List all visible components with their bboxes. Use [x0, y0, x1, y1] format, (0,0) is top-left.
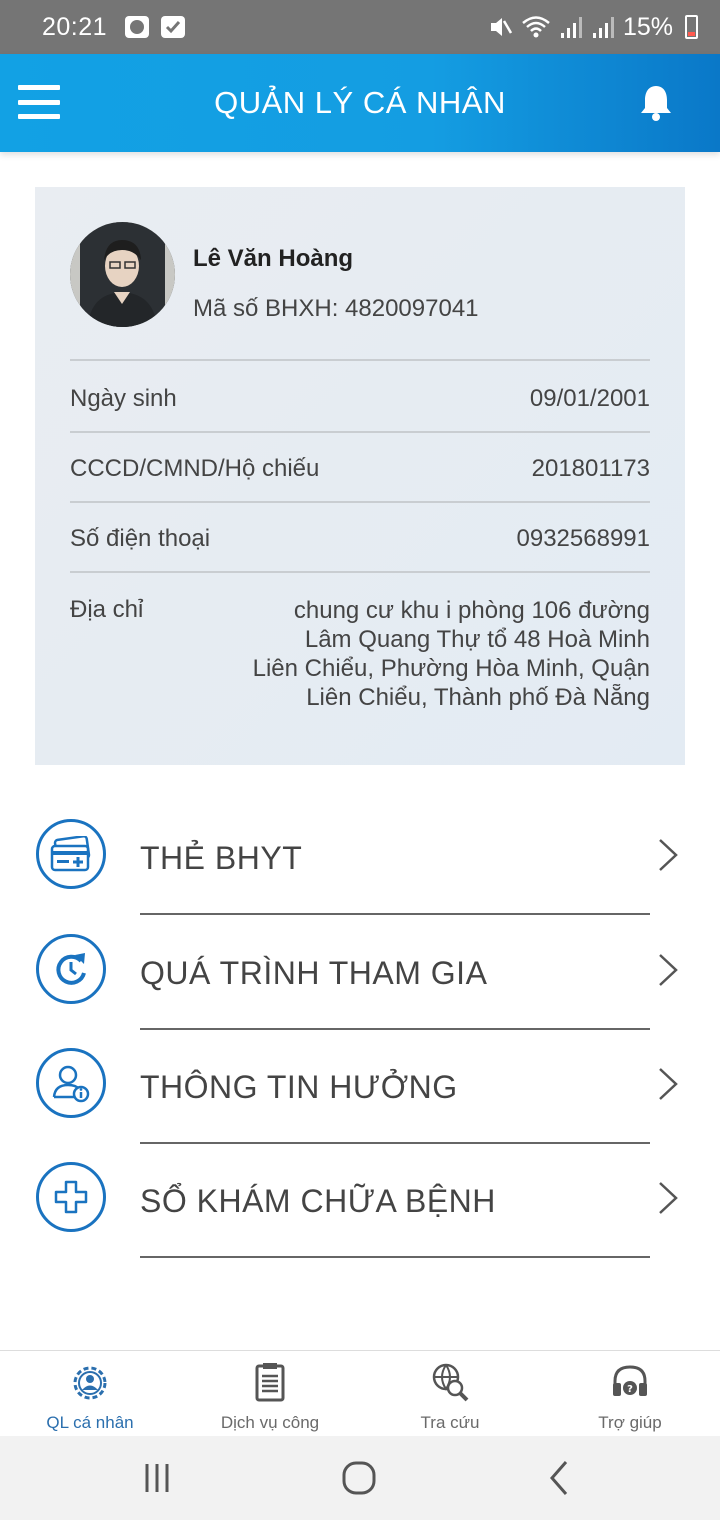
user-info-icon — [36, 1048, 106, 1118]
menu-item-health-card[interactable]: THẺ BHYT — [0, 800, 720, 915]
page-title: QUẢN LÝ CÁ NHÂN — [214, 85, 506, 120]
status-time: 20:21 — [42, 12, 108, 41]
info-label: CCCD/CMND/Hộ chiếu — [70, 455, 320, 482]
divider — [70, 431, 650, 433]
menu-item-participation[interactable]: QUÁ TRÌNH THAM GIA — [0, 915, 720, 1030]
info-row-phone: Số điện thoại 0932568991 — [70, 525, 650, 553]
chevron-right-icon — [659, 1182, 678, 1214]
profile-card: Lê Văn Hoàng Mã số BHXH: 4820097041 Ngày… — [35, 187, 685, 765]
checkbox-notification-icon — [161, 16, 186, 38]
menu-item-benefits[interactable]: THÔNG TIN HƯỞNG — [0, 1029, 720, 1144]
info-label: Số điện thoại — [70, 525, 211, 552]
wifi-icon — [522, 16, 550, 38]
mute-icon — [490, 18, 513, 36]
status-system-icons: 15% — [487, 13, 698, 42]
address-line: Lâm Quang Thự tổ 48 Hoà Minh — [304, 626, 650, 653]
bottom-nav: QL cá nhân Dịch vụ công Tra cứu ? Trợ gi… — [0, 1350, 720, 1436]
headset-help-icon: ? — [613, 1365, 647, 1396]
address-value: chung cư khu i phòng 106 đường Lâm Quang… — [250, 596, 650, 712]
battery-percent: 15% — [622, 12, 673, 41]
info-value: 0932568991 — [516, 525, 650, 552]
history-refresh-icon — [36, 934, 106, 1004]
nav-label: QL cá nhân — [46, 1413, 134, 1432]
menu-label: THẺ BHYT — [140, 840, 303, 876]
info-label: Địa chỉ — [70, 596, 144, 623]
globe-search-icon — [432, 1363, 469, 1402]
nav-lookup[interactable]: Tra cứu — [360, 1351, 540, 1437]
address-line: Liên Chiểu, Thành phố Đà Nẵng — [306, 684, 650, 711]
nav-label: Tra cứu — [420, 1413, 480, 1432]
avatar — [70, 222, 175, 327]
menu-divider — [140, 1256, 650, 1258]
svg-text:?: ? — [627, 1384, 633, 1395]
health-card-icon — [36, 819, 106, 889]
system-navigation-bar — [0, 1436, 720, 1520]
chevron-right-icon — [659, 839, 678, 871]
menu-label: THÔNG TIN HƯỞNG — [140, 1069, 458, 1105]
info-row-birthdate: Ngày sinh 09/01/2001 — [70, 385, 650, 413]
document-icon — [255, 1363, 285, 1402]
signal-1-icon — [560, 17, 582, 38]
app-header: QUẢN LÝ CÁ NHÂN — [0, 54, 720, 152]
personal-gear-icon — [73, 1366, 107, 1400]
menu-label: SỔ KHÁM CHỮA BỆNH — [140, 1183, 496, 1219]
divider — [70, 359, 650, 361]
nav-personal[interactable]: QL cá nhân — [0, 1351, 180, 1437]
medical-cross-icon — [36, 1162, 106, 1232]
status-bar: 20:21 15% — [0, 0, 720, 54]
bhxh-number: Mã số BHXH: 4820097041 — [193, 295, 479, 322]
info-row-address: Địa chỉ chung cư khu i phòng 106 đường L… — [70, 596, 650, 712]
address-line: Liên Chiểu, Phường Hòa Minh, Quận — [252, 655, 650, 682]
menu-label: QUÁ TRÌNH THAM GIA — [140, 955, 488, 991]
home-icon[interactable] — [337, 1456, 381, 1500]
signal-2-icon — [592, 17, 614, 38]
info-value: 09/01/2001 — [529, 385, 650, 412]
divider — [70, 571, 650, 573]
nav-label: Trợ giúp — [598, 1413, 662, 1432]
info-row-id: CCCD/CMND/Hộ chiếu 201801173 — [70, 455, 650, 483]
status-notification-icons — [125, 16, 186, 38]
divider — [70, 501, 650, 503]
info-value: 201801173 — [531, 455, 650, 482]
nav-label: Dịch vụ công — [220, 1413, 320, 1432]
notification-bell-icon[interactable] — [636, 82, 676, 122]
nav-public-services[interactable]: Dịch vụ công — [180, 1351, 360, 1437]
chevron-right-icon — [659, 954, 678, 986]
battery-icon — [685, 15, 698, 39]
menu-item-medical-book[interactable]: SỔ KHÁM CHỮA BỆNH — [0, 1143, 720, 1258]
youtube-notification-icon — [125, 16, 150, 38]
info-label: Ngày sinh — [70, 385, 177, 412]
back-icon[interactable] — [538, 1456, 582, 1500]
profile-name: Lê Văn Hoàng — [193, 245, 354, 272]
chevron-right-icon — [659, 1068, 678, 1100]
nav-help[interactable]: ? Trợ giúp — [540, 1351, 720, 1437]
address-line: chung cư khu i phòng 106 đường — [293, 597, 650, 624]
hamburger-menu-icon[interactable] — [18, 85, 60, 119]
recent-apps-icon[interactable] — [135, 1456, 179, 1500]
